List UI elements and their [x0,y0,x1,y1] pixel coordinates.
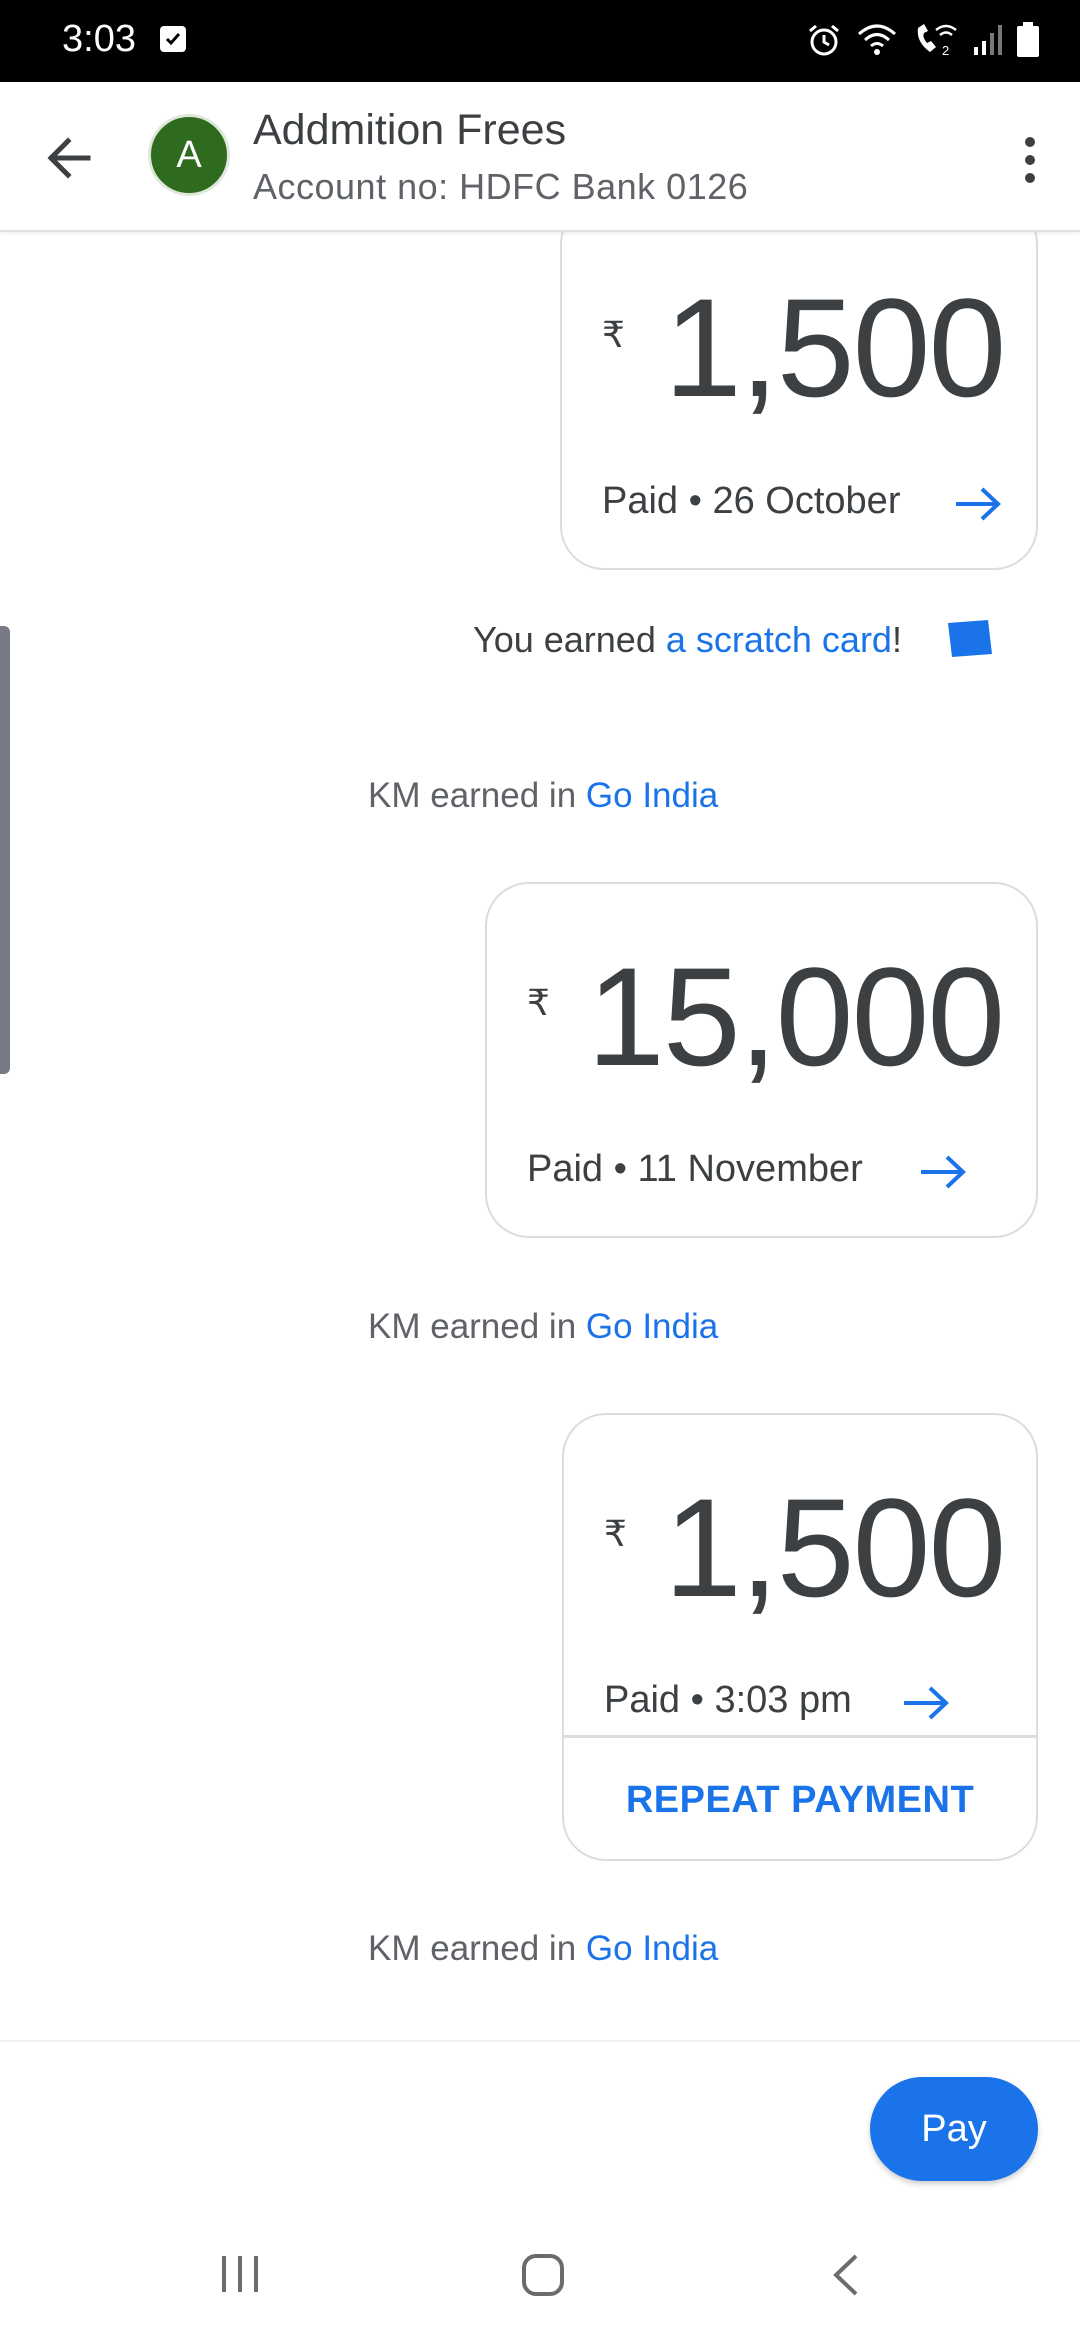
payment-status: Paid • 11 November [527,1148,863,1190]
scratch-card-link[interactable]: a scratch card [666,619,892,660]
pay-button[interactable]: Pay [870,2077,1038,2181]
app-bar: A Addmition Frees Account no: HDFC Bank … [0,82,1080,232]
svg-text:2: 2 [942,43,949,58]
payment-status: Paid • 26 October [602,480,901,522]
bubble-divider [564,1735,1036,1738]
go-india-link[interactable]: Go India [586,776,718,815]
back-nav-icon[interactable] [826,2252,866,2298]
more-options-button[interactable] [1000,126,1060,196]
scratch-card-icon[interactable] [946,620,994,660]
repeat-payment-button[interactable]: REPEAT PAYMENT [564,1779,1036,1822]
wifi-icon [858,24,896,55]
scratch-card-note: You earned a scratch card! [473,619,902,661]
contact-title: Addmition Frees [253,106,567,154]
back-button[interactable] [40,128,100,188]
scratch-note-prefix: You earned [473,619,666,660]
arrow-forward-icon[interactable] [900,1683,952,1723]
status-time: 3:03 [62,18,136,60]
km-note-prefix: KM earned in [368,1929,586,1968]
signal-icon [974,25,1002,55]
home-icon[interactable] [520,2252,566,2298]
payment-amount: 1,500 [664,1469,1006,1626]
go-india-link[interactable]: Go India [586,1929,718,1968]
checkbox-notification-icon [160,26,186,52]
arrow-forward-icon[interactable] [952,484,1004,524]
payment-status: Paid • 3:03 pm [604,1679,852,1721]
arrow-forward-icon[interactable] [917,1152,969,1192]
payment-bubble[interactable]: ₹ 15,000 Paid • 11 November [485,882,1038,1238]
go-india-link[interactable]: Go India [586,1307,718,1346]
km-earned-note: KM earned in Go India [368,776,718,816]
payment-amount: 15,000 [587,938,1005,1095]
recent-apps-icon[interactable] [218,2252,262,2296]
km-earned-note: KM earned in Go India [368,1307,718,1347]
account-subtitle: Account no: HDFC Bank 0126 [253,166,749,207]
wifi-calling-icon: 2 [917,24,957,58]
payment-bubble[interactable]: ₹ 1,500 Paid • 3:03 pm REPEAT PAYMENT [562,1413,1038,1861]
more-vert-icon [1025,137,1035,183]
avatar[interactable]: A [148,114,230,196]
payment-bubble[interactable]: ₹ 1,500 Paid • 26 October [560,200,1038,570]
edge-panel-handle[interactable] [0,626,10,1074]
alarm-icon [809,24,839,56]
payment-amount: 1,500 [664,269,1006,426]
currency-symbol: ₹ [527,982,550,1023]
km-note-prefix: KM earned in [368,1307,586,1346]
currency-symbol: ₹ [602,314,625,355]
system-nav-bar [0,2200,1080,2340]
km-note-prefix: KM earned in [368,776,586,815]
currency-symbol: ₹ [604,1513,627,1554]
battery-icon [1017,22,1039,57]
scratch-note-suffix: ! [891,619,902,660]
km-earned-note: KM earned in Go India [368,1929,718,1969]
arrow-back-icon [47,137,91,179]
status-bar: 3:03 2 [0,0,1080,82]
